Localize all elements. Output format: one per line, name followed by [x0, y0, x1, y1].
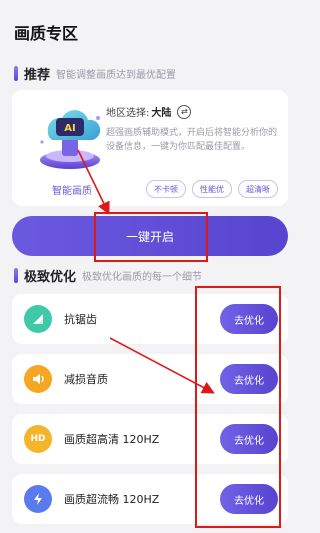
optimize-subtitle: 极致优化画质的每一个细节 — [82, 271, 203, 283]
optimize-title: 极致优化 — [24, 269, 77, 285]
option-label: 抗锯齿 — [64, 313, 97, 326]
hd-badge-text: HD — [30, 434, 46, 444]
annotation-highlight-box — [195, 286, 281, 528]
recommend-card: AI 智能画质 地区选择: 大陆 ⇄ 超强画质辅助模式，开启后将智能分析你的设备… — [12, 90, 288, 206]
option-label: 画质超流畅 120HZ — [64, 493, 160, 506]
section-accent-bar — [14, 65, 18, 81]
recommend-description: 超强画质辅助模式，开启后将智能分析你的设备信息，一键为你匹配最佳配置。 — [106, 128, 278, 152]
ai-quality-label: 智能画质 — [52, 186, 92, 197]
anti-aliasing-icon — [24, 305, 52, 333]
recommend-title: 推荐 — [24, 67, 51, 83]
option-label: 画质超高清 120HZ — [64, 433, 160, 446]
switch-region-icon[interactable]: ⇄ — [177, 104, 192, 119]
feature-tags: 不卡顿 性能优 超清晰 — [146, 180, 278, 198]
feature-tag: 超清晰 — [238, 180, 278, 198]
hd-icon: HD — [24, 425, 52, 453]
feature-tag: 性能优 — [192, 180, 232, 198]
region-label: 地区选择: — [106, 108, 150, 119]
section-accent-bar — [14, 267, 18, 283]
page-title: 画质专区 — [14, 24, 79, 43]
lightning-icon — [24, 485, 52, 513]
feature-tag: 不卡顿 — [146, 180, 186, 198]
region-value: 大陆 — [151, 108, 172, 119]
ai-badge-text: AI — [64, 123, 75, 134]
recommend-section-header: 推荐 智能调整画质达到最优配置 — [14, 62, 290, 84]
optimize-section-header: 极致优化 极致优化画质的每一个细节 — [14, 264, 290, 286]
speaker-icon — [24, 365, 52, 393]
ai-quality-icon: AI — [28, 98, 118, 174]
region-selector[interactable]: 地区选择: 大陆 ⇄ — [106, 104, 192, 119]
annotation-highlight-box — [94, 212, 208, 262]
option-label: 减损音质 — [64, 373, 108, 386]
recommend-subtitle: 智能调整画质达到最优配置 — [56, 69, 177, 81]
